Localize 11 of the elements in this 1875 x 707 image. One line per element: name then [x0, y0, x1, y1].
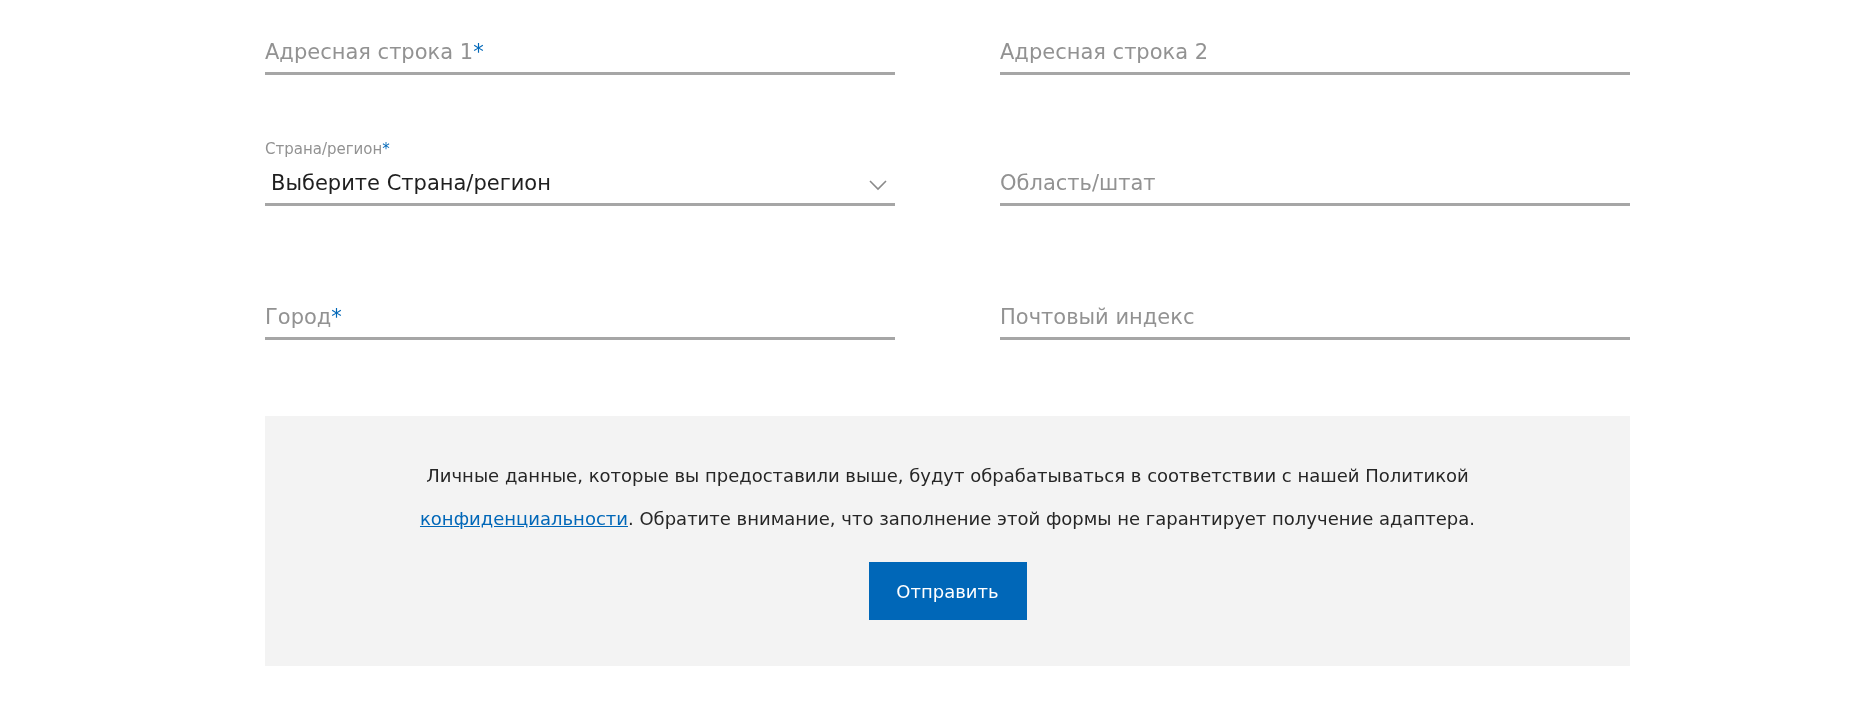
submit-button[interactable]: Отправить: [868, 562, 1027, 620]
input-field[interactable]: Адресная строка 1*: [265, 31, 895, 75]
input-field[interactable]: Область/штат: [1000, 162, 1630, 206]
input-field[interactable]: Город*: [265, 296, 895, 340]
input-field[interactable]: Адресная строка 2: [1000, 31, 1630, 75]
input-field[interactable]: Почтовый индекс: [1000, 296, 1630, 340]
country-dropdown[interactable]: Выберите Страна/регион: [265, 162, 895, 206]
privacy-policy-link[interactable]: конфиденциальности: [420, 508, 628, 529]
chevron-down-icon: [869, 180, 887, 191]
field-label: Страна/регион*: [265, 140, 390, 158]
privacy-notice-text: Личные данные, которые вы предоставили выше, будут обрабатываться в соответствии с нашей Политикой конфиденциальности. Обратите внимание, что заполнение этой формы не гарантирует получение адаптера.: [420, 464, 1475, 531]
